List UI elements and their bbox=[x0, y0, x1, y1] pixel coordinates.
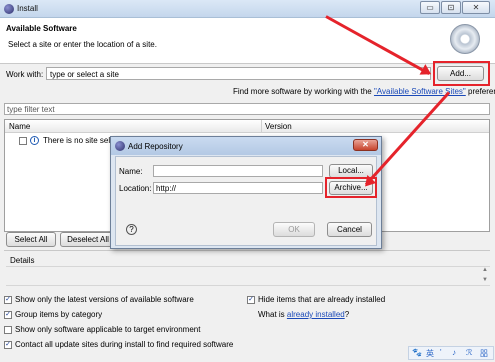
name-field[interactable] bbox=[153, 165, 323, 177]
name-label: Name: bbox=[119, 167, 143, 176]
already-installed-link[interactable]: already installed bbox=[287, 310, 345, 319]
group-by-category-label: Group items by category bbox=[15, 310, 103, 319]
available-software-sites-link[interactable]: "Available Software Sites" bbox=[374, 87, 466, 96]
header-banner: Available Software Select a site or ente… bbox=[0, 18, 495, 64]
column-name-header[interactable]: Name bbox=[9, 122, 30, 131]
page-title: Available Software bbox=[6, 24, 77, 33]
ime-toolbar[interactable]: 🐾 英 ' ♪ ℛ 㗊 bbox=[408, 346, 494, 360]
find-more-text: Find more software by working with the "… bbox=[233, 87, 495, 96]
grid-icon[interactable]: 㗊 bbox=[480, 348, 488, 359]
scroll-down-icon[interactable]: ▼ bbox=[482, 277, 488, 283]
group-by-category-checkbox[interactable]: ✓ bbox=[4, 311, 12, 319]
english-mode-icon[interactable]: 英 bbox=[426, 348, 434, 359]
work-with-label: Work with: bbox=[6, 70, 44, 79]
install-cd-icon bbox=[450, 24, 480, 54]
minimize-button[interactable]: ▭ bbox=[420, 1, 440, 14]
scroll-up-icon[interactable]: ▲ bbox=[482, 267, 488, 273]
dialog-title: Add Repository bbox=[128, 142, 183, 151]
contact-sites-label: Contact all update sites during install … bbox=[15, 340, 234, 349]
info-icon: i bbox=[30, 136, 39, 145]
what-is-prefix: What is bbox=[258, 310, 285, 319]
hide-installed-label: Hide items that are already installed bbox=[258, 295, 386, 304]
column-divider bbox=[261, 120, 262, 133]
details-area: ▲ ▼ bbox=[6, 266, 490, 286]
paw-icon[interactable]: 🐾 bbox=[412, 348, 422, 357]
location-field[interactable]: http:// bbox=[153, 182, 323, 194]
latest-versions-label: Show only the latest versions of availab… bbox=[15, 295, 194, 304]
cancel-button[interactable]: Cancel bbox=[327, 222, 372, 237]
close-window-button[interactable]: ✕ bbox=[462, 1, 490, 14]
work-with-combo[interactable]: type or select a site ▼ bbox=[46, 67, 431, 80]
window-title: Install bbox=[17, 4, 38, 13]
target-env-checkbox[interactable] bbox=[4, 326, 12, 334]
latest-versions-checkbox[interactable]: ✓ bbox=[4, 296, 12, 304]
contact-sites-checkbox[interactable]: ✓ bbox=[4, 341, 12, 349]
moon-icon[interactable]: ♪ bbox=[452, 348, 456, 357]
eclipse-app-icon bbox=[4, 4, 14, 14]
location-label: Location: bbox=[119, 184, 152, 193]
maximize-button[interactable]: ⊡ bbox=[441, 1, 461, 14]
page-description: Select a site or enter the location of a… bbox=[8, 40, 157, 49]
column-version-header[interactable]: Version bbox=[265, 122, 292, 131]
add-repository-dialog: Add Repository ✕ Name: Local... Location… bbox=[110, 136, 382, 249]
deselect-all-button[interactable]: Deselect All bbox=[60, 232, 116, 247]
ok-button[interactable]: OK bbox=[273, 222, 315, 237]
title-bar: Install ▭ ⊡ ✕ bbox=[0, 0, 495, 18]
find-more-suffix: preferences. bbox=[468, 87, 495, 96]
location-value: http:// bbox=[156, 184, 177, 193]
punctuation-icon[interactable]: ' bbox=[440, 348, 442, 357]
add-button[interactable]: Add... bbox=[437, 66, 484, 81]
hide-installed-checkbox[interactable]: ✓ bbox=[247, 296, 255, 304]
details-label: Details bbox=[10, 256, 35, 265]
row-checkbox[interactable] bbox=[19, 137, 27, 145]
help-icon[interactable]: ? bbox=[126, 224, 137, 235]
target-env-label: Show only software applicable to target … bbox=[15, 325, 201, 334]
find-more-prefix: Find more software by working with the bbox=[233, 87, 372, 96]
work-with-placeholder: type or select a site bbox=[50, 70, 119, 79]
what-is-text: What is already installed? bbox=[258, 310, 349, 319]
select-all-button[interactable]: Select All bbox=[6, 232, 56, 247]
eclipse-app-icon bbox=[115, 141, 125, 151]
filter-placeholder: type filter text bbox=[7, 105, 55, 114]
close-icon[interactable]: ✕ bbox=[353, 139, 378, 151]
dialog-body: Name: Local... Location: http:// Archive… bbox=[115, 156, 377, 246]
user-icon[interactable]: ℛ bbox=[466, 348, 472, 357]
filter-input[interactable]: type filter text bbox=[4, 103, 490, 115]
dialog-title-bar: Add Repository ✕ bbox=[111, 137, 381, 155]
what-is-qmark: ? bbox=[344, 310, 350, 319]
divider bbox=[4, 250, 490, 251]
